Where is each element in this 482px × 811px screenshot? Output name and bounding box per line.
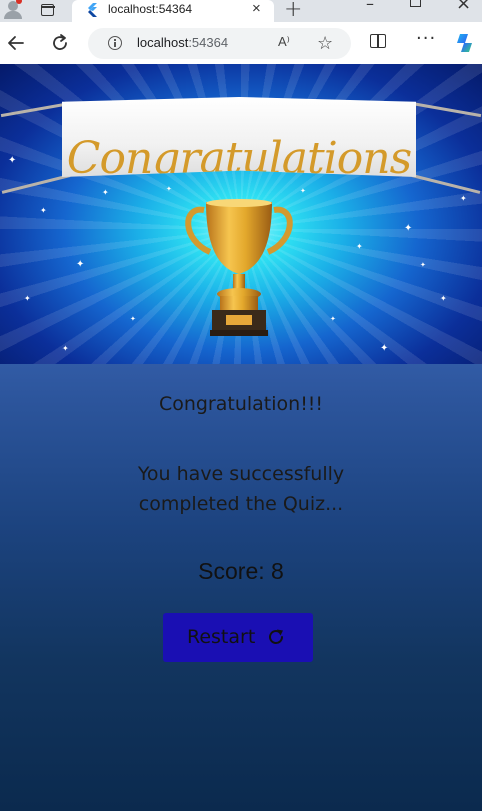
- tab-actions-icon[interactable]: [38, 2, 56, 18]
- sparkle-icon: ✦: [166, 185, 172, 193]
- url-host: localhost: [137, 35, 189, 50]
- favorite-star-icon[interactable]: ☆: [317, 33, 333, 54]
- trophy-icon: [185, 199, 293, 336]
- address-bar[interactable]: localhost:54364 A⁾ ☆: [88, 28, 351, 59]
- copilot-icon[interactable]: [454, 31, 478, 55]
- window-close-icon[interactable]: ×: [456, 0, 471, 14]
- url-text[interactable]: localhost:54364: [137, 35, 228, 50]
- sparkle-icon: ✦: [460, 194, 467, 203]
- score-text: Score: 8: [198, 558, 284, 584]
- url-port: :54364: [188, 35, 229, 50]
- sparkle-icon: ✦: [24, 294, 31, 303]
- back-arrow-icon[interactable]: [5, 32, 27, 54]
- browser-toolbar: localhost:54364 A⁾ ☆ ···: [0, 22, 482, 64]
- sparkle-icon: ✦: [420, 261, 426, 269]
- quiz-result-page: Congratulations ✦ ✦ ✦ ✦ ✦ ✦ ✦ ✦ ✦ ✦ ✦ ✦ …: [0, 64, 482, 811]
- sparkle-icon: ✦: [404, 223, 413, 234]
- read-aloud-icon[interactable]: A⁾: [278, 34, 290, 50]
- sparkle-icon: ✦: [300, 187, 306, 195]
- sparkle-icon: ✦: [40, 206, 47, 215]
- restart-button[interactable]: Restart: [163, 613, 313, 662]
- completion-message: You have successfully completed the Quiz…: [137, 463, 345, 515]
- sparkle-icon: ✦: [102, 188, 109, 197]
- new-tab-icon[interactable]: +: [284, 0, 302, 22]
- reload-icon[interactable]: [49, 32, 71, 54]
- sparkle-icon: ✦: [76, 259, 85, 270]
- tab-title: localhost:54364: [108, 2, 193, 16]
- sparkle-icon: ✦: [380, 343, 389, 354]
- sparkle-icon: ✦: [330, 315, 336, 323]
- flutter-icon: [88, 3, 97, 17]
- minimize-icon[interactable]: –: [366, 0, 374, 13]
- sparkle-icon: ✦: [8, 155, 17, 166]
- profile-icon[interactable]: [2, 0, 24, 20]
- sparkle-icon: ✦: [62, 344, 69, 353]
- sparkle-icon: ✦: [440, 294, 447, 303]
- more-options-icon[interactable]: ···: [416, 28, 436, 49]
- browser-tab-bar: localhost:54364 × + – ×: [0, 0, 482, 24]
- split-screen-icon[interactable]: [370, 34, 386, 48]
- maximize-icon[interactable]: [410, 0, 421, 7]
- sparkle-icon: ✦: [130, 315, 136, 323]
- sparkle-icon: ✦: [356, 242, 363, 251]
- congratulation-heading: Congratulation!!!: [158, 393, 324, 415]
- site-info-icon[interactable]: [108, 36, 122, 50]
- tab-close-icon[interactable]: ×: [252, 0, 261, 17]
- active-tab[interactable]: localhost:54364 ×: [72, 0, 274, 24]
- refresh-icon: [269, 629, 283, 644]
- restart-label: Restart: [187, 626, 256, 648]
- congratulations-image: Congratulations ✦ ✦ ✦ ✦ ✦ ✦ ✦ ✦ ✦ ✦ ✦ ✦ …: [0, 64, 482, 364]
- congratulations-banner: Congratulations: [62, 97, 416, 177]
